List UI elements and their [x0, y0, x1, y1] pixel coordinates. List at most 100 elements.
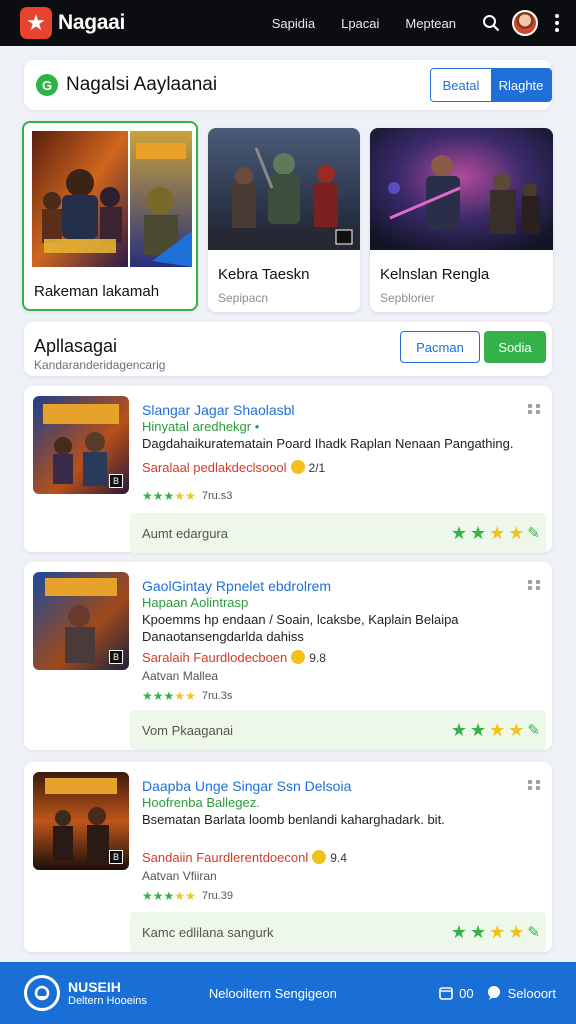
item-price: Sandaiin Faurdlerentdoeconl 9.4 [142, 850, 347, 865]
star-icon[interactable]: ★ [451, 720, 467, 741]
item-author: Aatvan Mallea [142, 669, 219, 683]
more-menu-icon[interactable] [552, 13, 562, 33]
item-price-value: 9.8 [309, 651, 326, 665]
footer-notifications[interactable]: 00 [439, 986, 474, 1001]
star-icon[interactable]: ★ [508, 720, 524, 741]
drag-handle-icon[interactable] [528, 780, 540, 790]
drag-handle-icon[interactable] [528, 404, 540, 414]
edit-pencil-icon[interactable]: ✎ [527, 524, 540, 542]
item-title[interactable]: Slangar Jagar Shaolasbl [142, 402, 295, 418]
star-icon[interactable]: ★ [470, 922, 486, 943]
rating-count: 7ru.3s [201, 690, 233, 702]
rate-stars[interactable]: ★ ★ ★ ★ ✎ [448, 720, 540, 741]
item-category-label: Hinyatal aredhekgr [142, 419, 252, 434]
item-footer: Vom Pkaaganai ★ ★ ★ ★ ✎ [130, 710, 546, 750]
featured-card-3-subtitle: Sepblorier [380, 291, 435, 305]
star-icon[interactable]: ★ [508, 523, 524, 544]
section-primary-button[interactable]: Sodia [484, 331, 546, 363]
star-icon[interactable]: ★ [489, 720, 505, 741]
footer-brand: NUSEIH Deltern Hooeins [68, 979, 147, 1007]
star-icon[interactable]: ★ [470, 523, 486, 544]
item-description: Kpoemms hp endaan / Soain, lcaksbe, Kapl… [142, 612, 459, 644]
toggle-option-b[interactable]: Rlaghte [491, 69, 551, 101]
rate-stars[interactable]: ★ ★ ★ ★ ✎ [448, 523, 540, 544]
featured-card-3-image [370, 128, 553, 250]
item-footer: Aumt edargura ★ ★ ★ ★ ✎ [130, 513, 546, 553]
list-item[interactable]: B Slangar Jagar Shaolasbl Hinyatal aredh… [24, 386, 552, 553]
featured-card-3-title: Kelnslan Rengla [380, 266, 490, 283]
item-price-label: Saralaal pedlakdeclsoool [142, 460, 287, 475]
chat-bubble-icon [487, 986, 500, 1000]
item-thumbnail[interactable]: B [33, 772, 129, 870]
featured-card-1-image [32, 131, 192, 267]
edit-pencil-icon[interactable]: ✎ [527, 923, 540, 941]
featured-card-1[interactable]: Rakeman lakamah [22, 121, 198, 311]
item-title[interactable]: Daapba Unge Singar Ssn Delsoia [142, 778, 351, 794]
coin-icon [312, 850, 327, 864]
rate-stars[interactable]: ★ ★ ★ ★ ✎ [448, 922, 540, 943]
section-subtitle: Kandaranderidagencarig [34, 358, 166, 372]
rating-stars-icon: ★ ★ ★ ★ ★ [142, 489, 196, 503]
calendar-icon [439, 987, 453, 1000]
item-thumbnail[interactable]: B [33, 572, 129, 670]
featured-card-2-image [208, 128, 360, 250]
edit-pencil-icon[interactable]: ✎ [527, 721, 540, 739]
app-logo-icon[interactable]: ★ [20, 7, 52, 39]
nav-link-1[interactable]: Sapidia [272, 16, 315, 31]
star-icon[interactable]: ★ [489, 922, 505, 943]
top-bar: ★ Nagaai Sapidia Lpacai Meptean [0, 0, 576, 46]
page-title: Nagalsi Aaylaanai [66, 74, 218, 95]
item-footer-label: Kamc edlilana sangurk [142, 924, 274, 940]
featured-card-2-title: Kebra Taeskn [218, 266, 310, 283]
rating-stars-icon: ★ ★ ★ ★ ★ [142, 889, 196, 903]
page-header: G Nagalsi Aaylaanai Beatal Rlaghte [24, 60, 552, 110]
app-brand[interactable]: Nagaai [58, 11, 125, 35]
toggle-option-a[interactable]: Beatal [431, 69, 491, 101]
list-item[interactable]: B GaolGintay Rpnelet ebdrolrem Hapaan Ao… [24, 562, 552, 750]
list-item[interactable]: B Daapba Unge Singar Ssn Delsoia Hoofren… [24, 762, 552, 952]
star-icon[interactable]: ★ [451, 922, 467, 943]
item-footer: Kamc edlilana sangurk ★ ★ ★ ★ ✎ [130, 912, 546, 952]
item-category: Hoofrenba Ballegez. [142, 795, 260, 810]
item-title[interactable]: GaolGintay Rpnelet ebdrolrem [142, 578, 331, 594]
item-price-value: 2/1 [308, 461, 326, 475]
item-thumbnail-badge: B [109, 850, 123, 864]
item-price-label: Sandaiin Faurdlerentdoeconl [142, 850, 309, 865]
item-author: Aatvan Vfiiran [142, 869, 217, 883]
featured-card-1-title: Rakeman lakamah [34, 283, 160, 300]
section-title: Apllasagai [34, 336, 118, 356]
footer-actions: 00 Selooort [439, 985, 556, 1001]
featured-card-2[interactable]: Kebra Taeskn Sepipacn [208, 128, 360, 312]
star-icon[interactable]: ★ [489, 523, 505, 544]
featured-card-2-subtitle: Sepipacn [218, 291, 269, 305]
drag-handle-icon[interactable] [528, 580, 540, 590]
item-rating: ★ ★ ★ ★ ★ 7ru.3s [142, 690, 232, 702]
view-toggle: Beatal Rlaghte [430, 68, 552, 102]
footer-logo-icon[interactable] [24, 975, 60, 1011]
search-icon[interactable] [480, 12, 502, 34]
star-icon[interactable]: ★ [508, 922, 524, 943]
section-header: Apllasagai Kandaranderidagencarig Pacman… [24, 322, 552, 376]
item-price: Saralaih Faurdlodecboen 9.8 [142, 650, 326, 665]
featured-card-3[interactable]: Kelnslan Rengla Sepblorier [370, 128, 553, 312]
footer-bar: NUSEIH Deltern Hooeins Nelooiltern Sengi… [0, 962, 576, 1024]
rating-stars-icon: ★ ★ ★ ★ ★ [142, 689, 196, 703]
footer-link[interactable]: Nelooiltern Sengigeon [209, 986, 337, 1001]
item-price-label: Saralaih Faurdlodecboen [142, 650, 288, 665]
coin-icon [291, 650, 306, 664]
nav-link-2[interactable]: Lpacai [341, 16, 379, 31]
section-outline-button[interactable]: Pacman [400, 331, 480, 363]
footer-brand-name: NUSEIH [68, 979, 121, 995]
item-thumbnail[interactable]: B [33, 396, 129, 494]
star-icon[interactable]: ★ [451, 523, 467, 544]
footer-support[interactable]: Selooort [486, 985, 556, 1001]
item-price: Saralaal pedlakdeclsoool 2/1 [142, 460, 325, 475]
footer-brand-sub: Deltern Hooeins [68, 995, 147, 1007]
item-thumbnail-badge: B [109, 650, 123, 664]
rating-count: 7ru.s3 [201, 490, 233, 502]
nav-link-3[interactable]: Meptean [405, 16, 456, 31]
star-icon[interactable]: ★ [470, 720, 486, 741]
user-avatar[interactable] [512, 10, 538, 36]
item-category-tag: • [254, 419, 260, 434]
item-category: Hapaan Aolintrasp [142, 595, 249, 610]
